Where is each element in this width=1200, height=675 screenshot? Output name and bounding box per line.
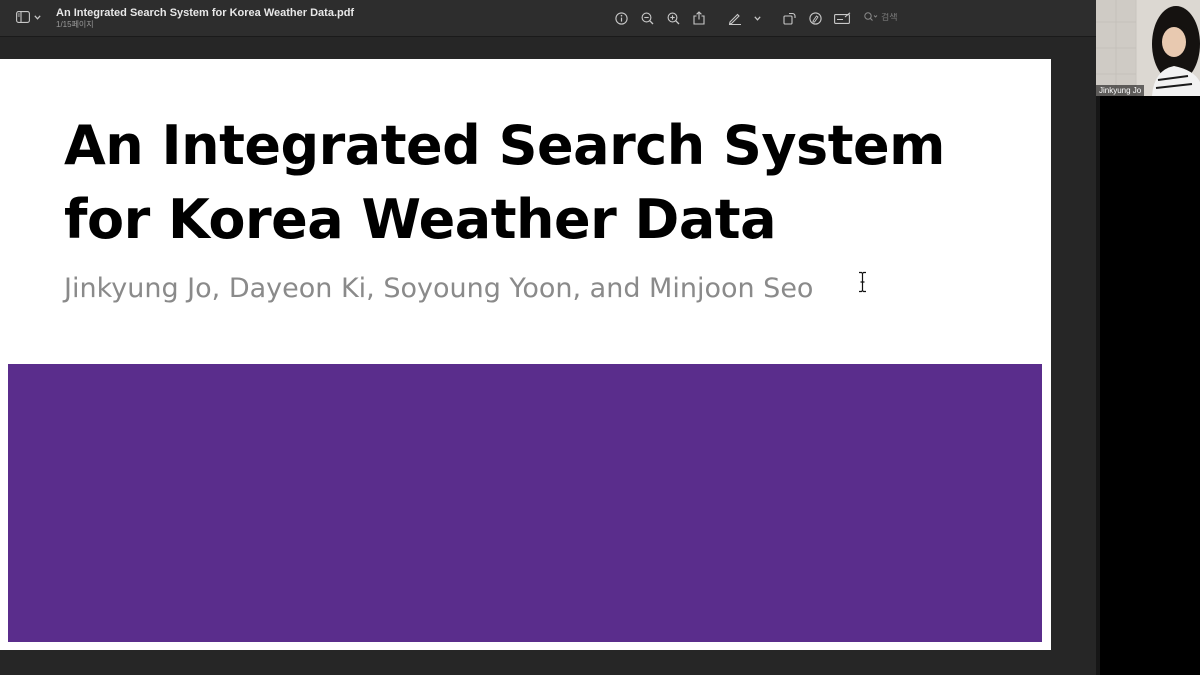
purple-band [8, 364, 1042, 642]
slide-page: An Integrated Search System for Korea We… [0, 59, 1051, 650]
participant-video-icon [1096, 0, 1200, 96]
zoom-out-icon [641, 12, 654, 25]
document-title: An Integrated Search System for Korea We… [56, 7, 355, 19]
participant-name: Jinkyung Jo [1096, 85, 1145, 96]
document-viewport[interactable]: An Integrated Search System for Korea We… [0, 37, 1096, 675]
title-block: An Integrated Search System for Korea We… [56, 7, 354, 30]
screen: An Integrated Search System for Korea We… [0, 0, 1200, 675]
page-indicator: 1/15페이지 [56, 20, 94, 29]
zoom-out-button[interactable] [638, 9, 656, 27]
form-fill-button[interactable] [832, 9, 852, 27]
titlebar: An Integrated Search System for Korea We… [0, 0, 1096, 37]
participant-video[interactable]: Jinkyung Jo [1096, 0, 1200, 96]
share-icon [693, 11, 705, 25]
rotate-button[interactable] [780, 9, 798, 27]
search-icon [864, 9, 878, 27]
markup-pen-button[interactable] [726, 9, 744, 27]
info-icon [614, 11, 628, 25]
markup-circle-button[interactable] [806, 9, 824, 27]
preview-window: An Integrated Search System for Korea We… [0, 0, 1096, 675]
chevron-down-icon [753, 15, 761, 21]
chevron-down-icon [34, 14, 41, 20]
info-button[interactable] [612, 9, 630, 27]
zoom-in-button[interactable] [664, 9, 682, 27]
rotate-icon [782, 12, 796, 25]
slide-title: An Integrated Search System for Korea We… [64, 114, 945, 251]
slide-authors: Jinkyung Jo, Dayeon Ki, Soyoung Yoon, an… [64, 273, 814, 304]
markup-options-button[interactable] [752, 9, 762, 27]
i-beam-cursor-icon [857, 271, 868, 298]
zoom-in-icon [667, 12, 680, 25]
markup-circle-icon [808, 11, 822, 25]
sidebar-icon [16, 11, 30, 23]
form-fill-icon [833, 12, 851, 24]
search-box[interactable] [864, 9, 954, 27]
sidebar-toggle-button[interactable] [16, 11, 41, 23]
share-button[interactable] [690, 9, 708, 27]
toolbar [612, 9, 954, 27]
search-input[interactable] [881, 13, 941, 23]
window-edge [1096, 0, 1100, 675]
markup-pen-icon [728, 12, 742, 25]
